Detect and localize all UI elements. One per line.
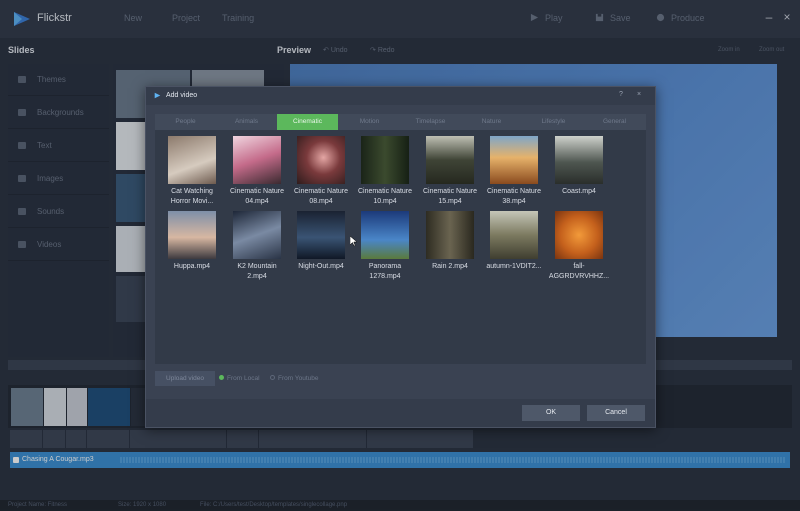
video-item[interactable]: autumn-1VDIT2...	[482, 211, 546, 272]
video-name: autumn-1VDIT2...	[486, 263, 542, 270]
tab-general[interactable]: General	[584, 114, 645, 130]
video-item[interactable]: fall- AGGRDVRVHHZ...	[547, 211, 611, 281]
video-thumbnail	[555, 136, 603, 184]
video-item[interactable]: Cinematic Nature 38.mp4	[482, 136, 546, 206]
video-name: Cinematic Nature 08.mp4	[293, 188, 349, 205]
video-name: Rain 2.mp4	[432, 263, 468, 270]
dialog-button-row: OK Cancel	[146, 399, 655, 427]
mouse-cursor-icon	[350, 236, 358, 247]
video-name: Cat Watching Horror Movi...	[170, 188, 214, 205]
from-youtube-radio[interactable]: From Youtube	[270, 375, 318, 382]
video-item[interactable]: Night-Out.mp4	[289, 211, 353, 272]
video-thumbnail	[297, 211, 345, 259]
radio-selected-icon	[219, 375, 224, 380]
video-item[interactable]: K2 Mountain 2.mp4	[225, 211, 289, 281]
from-youtube-label: From Youtube	[278, 375, 319, 382]
upload-video-button[interactable]: Upload video	[155, 371, 215, 386]
video-item[interactable]: Cinematic Nature 04.mp4	[225, 136, 289, 206]
tab-people[interactable]: People	[155, 114, 216, 130]
video-thumbnail	[361, 211, 409, 259]
video-name: Coast.mp4	[562, 188, 596, 195]
video-name: K2 Mountain 2.mp4	[237, 263, 277, 280]
video-grid: Cat Watching Horror Movi... Cinematic Na…	[155, 130, 646, 364]
video-thumbnail	[233, 136, 281, 184]
video-name: Night-Out.mp4	[298, 263, 344, 270]
video-name: Panorama 1278.mp4	[368, 263, 402, 280]
close-dialog-button[interactable]: ×	[637, 91, 641, 98]
video-thumbnail	[426, 136, 474, 184]
video-item[interactable]: Cinematic Nature 10.mp4	[353, 136, 417, 206]
video-thumbnail	[426, 211, 474, 259]
video-thumbnail	[361, 136, 409, 184]
from-local-radio[interactable]: From Local	[219, 375, 260, 382]
tab-lifestyle[interactable]: Lifestyle	[523, 114, 584, 130]
video-thumbnail	[490, 211, 538, 259]
video-name: Cinematic Nature 04.mp4	[229, 188, 285, 205]
tab-nature[interactable]: Nature	[461, 114, 522, 130]
video-item[interactable]: Coast.mp4	[547, 136, 611, 197]
video-name: Cinematic Nature 38.mp4	[486, 188, 542, 205]
video-thumbnail	[233, 211, 281, 259]
flickstr-small-icon	[154, 92, 161, 99]
video-thumbnail	[490, 136, 538, 184]
video-name: Cinematic Nature 15.mp4	[422, 188, 478, 205]
video-thumbnail	[168, 136, 216, 184]
tab-motion[interactable]: Motion	[339, 114, 400, 130]
tab-animals[interactable]: Animals	[216, 114, 277, 130]
video-item[interactable]: Panorama 1278.mp4	[353, 211, 417, 281]
dialog-title-bar	[146, 87, 655, 105]
video-item[interactable]: Cinematic Nature 15.mp4	[418, 136, 482, 206]
add-video-dialog: Add video ? × People Animals Cinematic M…	[145, 86, 656, 428]
video-name: Huppa.mp4	[173, 263, 211, 270]
help-button[interactable]: ?	[619, 91, 623, 98]
video-item[interactable]: Rain 2.mp4	[418, 211, 482, 272]
video-thumbnail	[297, 136, 345, 184]
video-name: fall- AGGRDVRVHHZ...	[548, 263, 610, 280]
dialog-title: Add video	[166, 92, 198, 99]
video-item[interactable]: Huppa.mp4	[160, 211, 224, 272]
cancel-button[interactable]: Cancel	[587, 405, 645, 421]
tab-timelapse[interactable]: Timelapse	[400, 114, 461, 130]
category-tabs: People Animals Cinematic Motion Timelaps…	[155, 114, 646, 130]
video-item[interactable]: Cinematic Nature 08.mp4	[289, 136, 353, 206]
radio-unselected-icon	[270, 375, 275, 380]
video-name: Cinematic Nature 10.mp4	[357, 188, 413, 205]
video-thumbnail	[168, 211, 216, 259]
from-local-label: From Local	[227, 375, 260, 382]
tab-cinematic[interactable]: Cinematic	[277, 114, 338, 130]
video-thumbnail	[555, 211, 603, 259]
ok-button[interactable]: OK	[522, 405, 580, 421]
video-item[interactable]: Cat Watching Horror Movi...	[160, 136, 224, 206]
